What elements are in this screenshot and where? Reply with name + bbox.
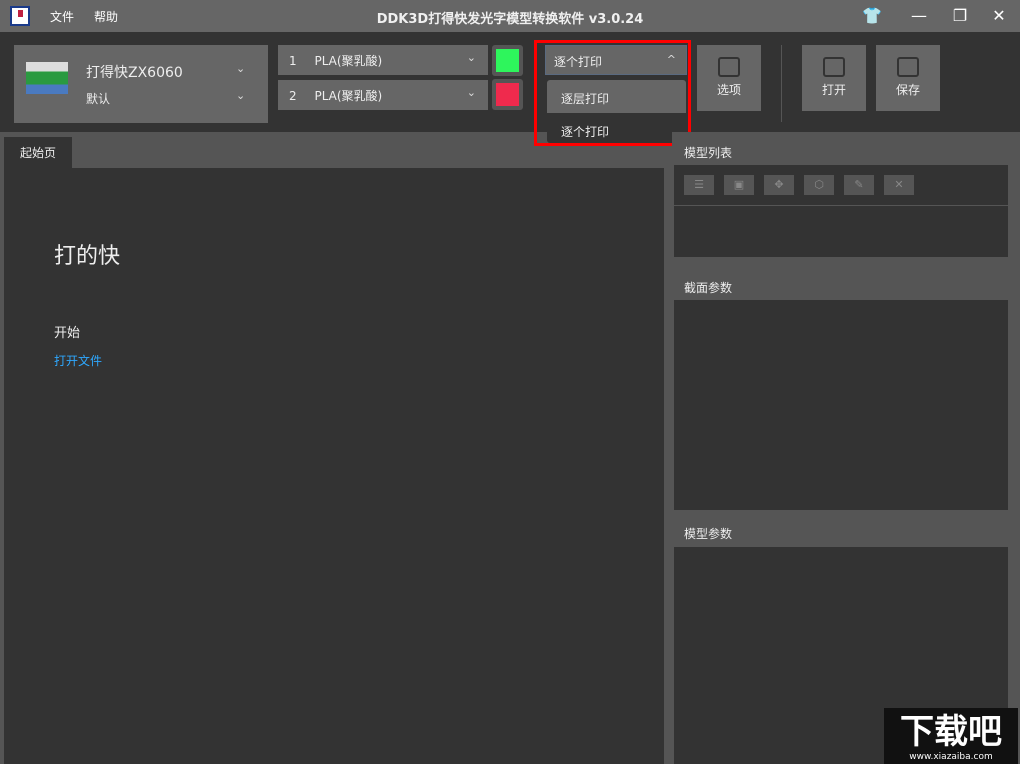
minimize-button[interactable]: —: [909, 6, 929, 25]
options-label: 选项: [716, 83, 741, 97]
folder-icon: [823, 57, 845, 77]
slice-params-panel: [674, 300, 1008, 510]
right-panel: 模型列表 ☰ ▣ ✥ ⬡ ✎ ✕ 截面参数 模型参数: [672, 132, 1020, 764]
cube-icon[interactable]: ⬡: [804, 175, 834, 195]
material-name: PLA(聚乳酸): [314, 89, 383, 103]
watermark-logo: 下载吧 www.xiazaiba.com: [884, 708, 1018, 764]
rotate-icon[interactable]: ✥: [764, 175, 794, 195]
divider: [781, 45, 782, 122]
edit-icon[interactable]: ✎: [844, 175, 874, 195]
open-file-link[interactable]: 打开文件: [54, 352, 102, 369]
options-button[interactable]: 选项: [697, 45, 761, 111]
open-label: 打开: [821, 83, 846, 97]
save-button[interactable]: 保存: [876, 45, 940, 111]
start-page: 打的快 开始 打开文件: [4, 168, 664, 764]
material-name: PLA(聚乳酸): [314, 54, 383, 68]
floppy-disk-icon: [897, 57, 919, 77]
model-list: ☰ ▣ ✥ ⬡ ✎ ✕: [674, 165, 1008, 257]
printer-selector[interactable]: 打得快ZX6060 ⌄ 默认 ⌄: [14, 45, 268, 123]
restore-button[interactable]: ❐: [950, 6, 970, 25]
close-button[interactable]: ✕: [989, 6, 1009, 25]
model-params-header: 模型参数: [684, 527, 733, 541]
material-color-1[interactable]: [492, 45, 523, 76]
chevron-down-icon[interactable]: ⌄: [236, 89, 245, 102]
open-button[interactable]: 打开: [802, 45, 866, 111]
skin-shirt-icon[interactable]: 👕: [862, 6, 882, 25]
save-label: 保存: [895, 83, 920, 97]
material-index: 1: [289, 54, 297, 68]
material-select-2[interactable]: 2 PLA(聚乳酸) ⌄: [278, 80, 488, 110]
chevron-down-icon[interactable]: ⌄: [236, 62, 245, 75]
frame-icon[interactable]: ▣: [724, 175, 754, 195]
slice-params-header: 截面参数: [684, 281, 733, 295]
printer-thumbnail: [26, 62, 68, 94]
tab-start-page[interactable]: 起始页: [4, 137, 72, 168]
chevron-down-icon: ⌄: [466, 86, 476, 99]
start-section-title: 开始: [54, 326, 81, 341]
highlight-box: [534, 40, 691, 146]
model-list-header: 模型列表: [684, 146, 733, 160]
printer-name[interactable]: 打得快ZX6060: [86, 62, 183, 82]
monitor-gear-icon: [718, 57, 740, 77]
list-icon[interactable]: ☰: [684, 175, 714, 195]
material-index: 2: [289, 89, 297, 103]
material-color-2[interactable]: [492, 79, 523, 110]
delete-icon[interactable]: ✕: [884, 175, 914, 195]
material-select-1[interactable]: 1 PLA(聚乳酸) ⌄: [278, 45, 488, 75]
printer-profile[interactable]: 默认: [86, 90, 110, 107]
chevron-down-icon: ⌄: [466, 51, 476, 64]
title-bar: 文件 帮助 DDK3D打得快发光字模型转换软件 v3.0.24 👕 — ❐ ✕: [0, 0, 1020, 32]
start-heading: 打的快: [54, 244, 121, 269]
